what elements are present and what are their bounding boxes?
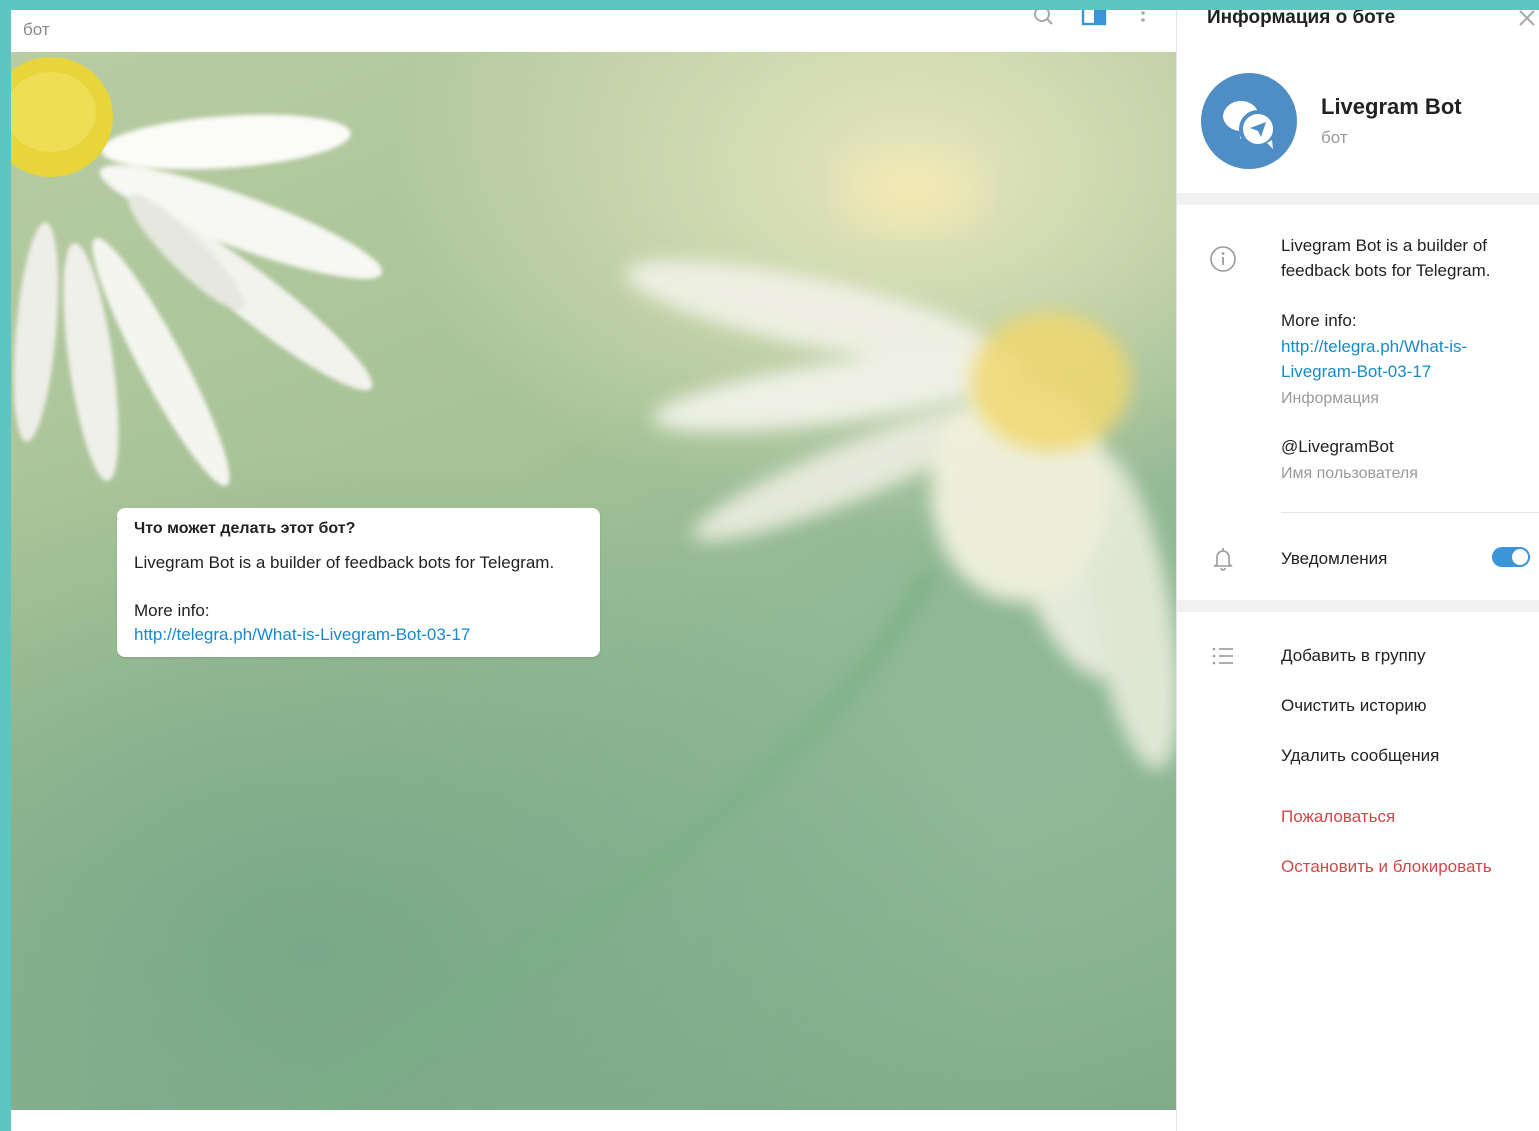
list-icon bbox=[1212, 647, 1233, 665]
add-to-group-button[interactable]: Добавить в группу bbox=[1281, 646, 1425, 666]
username-caption: Имя пользователя bbox=[1281, 465, 1418, 482]
chat-footer bbox=[11, 1110, 1176, 1131]
livegram-logo-icon bbox=[1222, 100, 1277, 149]
about-line-2: feedback bots for Telegram. bbox=[1281, 261, 1491, 280]
about-link-line-2[interactable]: Livegram-Bot-03-17 bbox=[1281, 362, 1431, 382]
report-button[interactable]: Пожаловаться bbox=[1281, 807, 1395, 827]
about-line-1: Livegram Bot is a builder of bbox=[1281, 236, 1487, 255]
chat-area: бот Что может делать этот бот? Livegram … bbox=[11, 10, 1176, 1131]
about-more-info-label: More info: bbox=[1281, 311, 1357, 330]
close-icon[interactable] bbox=[1517, 10, 1537, 28]
search-icon[interactable] bbox=[1031, 10, 1057, 32]
chat-status: бот bbox=[23, 20, 50, 39]
clear-history-button[interactable]: Очистить историю bbox=[1281, 696, 1426, 716]
chat-wallpaper: Что может делать этот бот? Livegram Bot … bbox=[11, 52, 1176, 1110]
bell-icon bbox=[1213, 548, 1233, 571]
bot-card-description: Livegram Bot is a builder of feedback bo… bbox=[134, 553, 555, 572]
bot-info-panel: Информация о боте Livegram Bot бот Liveg… bbox=[1176, 10, 1539, 1131]
more-vertical-icon[interactable] bbox=[1133, 10, 1159, 32]
bot-description-card: Что может делать этот бот? Livegram Bot … bbox=[117, 508, 600, 657]
section-divider bbox=[1177, 193, 1539, 205]
stop-and-block-button[interactable]: Остановить и блокировать bbox=[1281, 857, 1492, 877]
panel-title: Информация о боте bbox=[1207, 10, 1396, 28]
chat-header: бот bbox=[11, 10, 1176, 53]
inner-divider bbox=[1281, 512, 1539, 513]
bot-card-more-info-label: More info: bbox=[134, 601, 210, 620]
notifications-toggle[interactable] bbox=[1492, 547, 1530, 567]
section-divider bbox=[1177, 600, 1539, 612]
info-icon bbox=[1210, 246, 1236, 272]
about-link-line-1[interactable]: http://telegra.ph/What-is- bbox=[1281, 337, 1467, 357]
bot-type: бот bbox=[1321, 128, 1348, 147]
delete-messages-button[interactable]: Удалить сообщения bbox=[1281, 746, 1439, 766]
toggle-knob bbox=[1512, 549, 1528, 565]
bot-card-link[interactable]: http://telegra.ph/What-is-Livegram-Bot-0… bbox=[134, 625, 470, 645]
app-window: бот Что может делать этот бот? Livegram … bbox=[11, 10, 1539, 1131]
bot-avatar[interactable] bbox=[1201, 73, 1297, 169]
username-value[interactable]: @LivegramBot bbox=[1281, 437, 1394, 457]
notifications-label: Уведомления bbox=[1281, 549, 1388, 568]
bot-card-question: Что может делать этот бот? bbox=[134, 520, 356, 537]
bot-name: Livegram Bot bbox=[1321, 94, 1462, 119]
about-caption: Информация bbox=[1281, 390, 1379, 407]
sidebar-toggle-icon[interactable] bbox=[1081, 10, 1107, 32]
